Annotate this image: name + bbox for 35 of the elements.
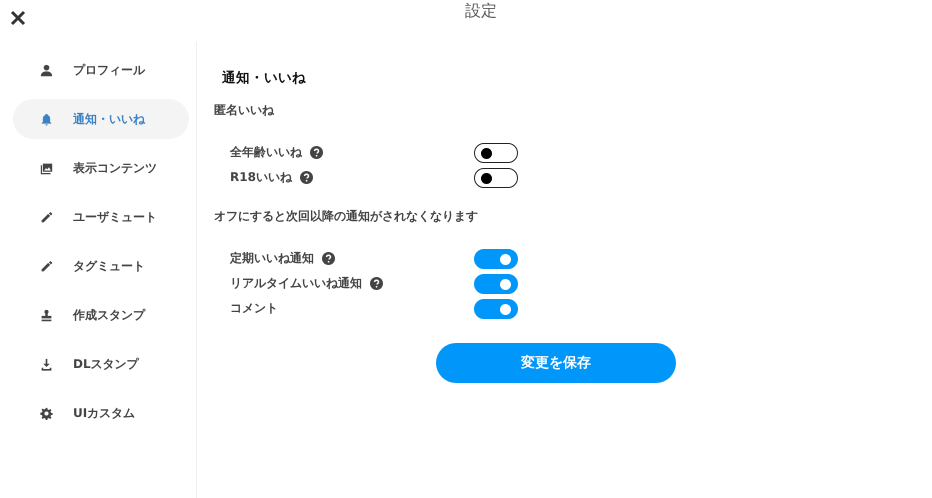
sidebar-item[interactable]: 表示コンテンツ [13, 148, 189, 188]
help-icon[interactable] [370, 277, 383, 290]
toggle-switch[interactable] [474, 168, 518, 188]
section-label: 匿名いいね [214, 102, 276, 119]
sidebar-item[interactable]: タグミュート [13, 246, 189, 286]
pencil-icon [40, 210, 53, 224]
help-icon[interactable] [310, 146, 323, 159]
setting-label: R18いいね [230, 169, 292, 186]
toggle-switch[interactable] [474, 298, 518, 318]
toggle-switch[interactable] [474, 142, 518, 162]
person-icon [40, 64, 53, 76]
window-title: 設定 [465, 1, 497, 22]
section-label: オフにすると次回以降の通知がされなくなります [214, 208, 479, 225]
pencil-icon [40, 260, 53, 272]
help-icon[interactable] [322, 252, 335, 265]
help-icon[interactable] [300, 171, 313, 184]
stamp-icon [40, 308, 53, 322]
sidebar-item[interactable]: ユーザミュート [13, 197, 189, 237]
sidebar-item[interactable]: UIカスタム [13, 393, 189, 433]
sidebar-item[interactable]: DLスタンプ [13, 344, 189, 384]
sidebar-item[interactable]: プロフィール [13, 50, 189, 90]
setting-label: リアルタイムいいね通知 [230, 275, 362, 292]
settings-icon [40, 406, 53, 420]
section-heading: 通知・いいね [222, 69, 307, 87]
setting-label: コメント [230, 300, 278, 317]
toggle-switch[interactable] [474, 248, 518, 268]
close-icon[interactable] [10, 10, 26, 26]
setting-label: 全年齢いいね [230, 144, 302, 161]
sidebar-item[interactable]: 作成スタンプ [13, 295, 189, 335]
setting-label: 定期いいね通知 [230, 250, 314, 267]
download-icon [40, 358, 53, 370]
sidebar-item[interactable]: 通知・いいね [13, 99, 189, 139]
bell-icon [40, 112, 53, 126]
toggle-switch[interactable] [474, 274, 518, 294]
image-icon [40, 162, 53, 174]
